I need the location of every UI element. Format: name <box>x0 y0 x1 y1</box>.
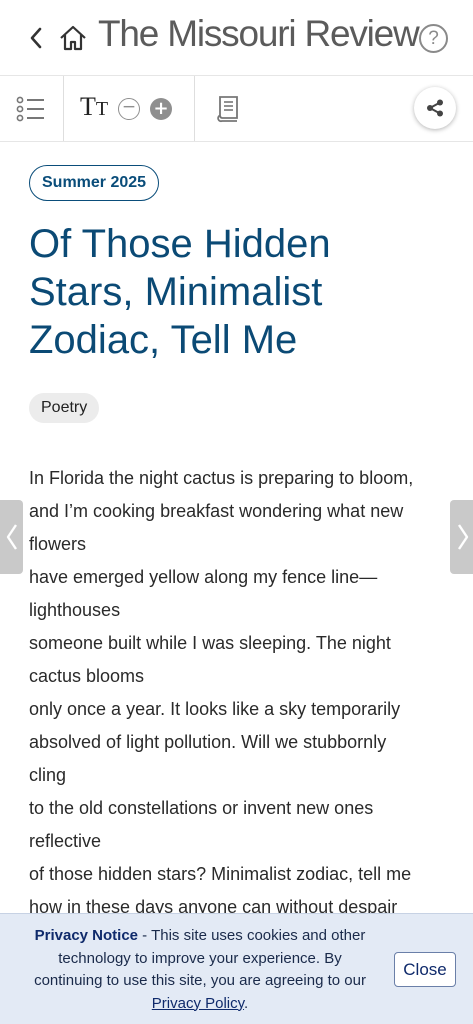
table-of-contents-button[interactable] <box>16 96 46 122</box>
privacy-policy-link[interactable]: Privacy Policy <box>152 995 244 1012</box>
previous-article-button[interactable] <box>0 500 23 574</box>
privacy-notice-heading: Privacy Notice <box>34 927 139 944</box>
poem-body: In Florida the night cactus is preparing… <box>29 462 449 924</box>
privacy-notice-text: Privacy Notice - This site uses cookies … <box>22 925 378 1015</box>
poem-line: In Florida the night cactus is preparing… <box>29 468 414 488</box>
privacy-notice-banner: Privacy Notice - This site uses cookies … <box>0 913 473 1024</box>
issue-badge[interactable]: Summer 2025 <box>29 165 160 201</box>
font-size-small-t: T <box>95 98 109 120</box>
chevron-left-icon <box>6 524 17 550</box>
increase-font-button[interactable]: + <box>150 98 172 120</box>
poem-line: absolved of light pollution. Will we stu… <box>29 732 387 752</box>
toolbar-divider <box>194 76 195 141</box>
next-article-button[interactable] <box>450 500 473 574</box>
poem-line: only once a year. It looks like a sky te… <box>29 699 401 719</box>
poem-line: to the old constellations or invent new … <box>29 798 374 818</box>
poem-line: cactus blooms <box>29 666 145 686</box>
article-title: Of Those Hidden Stars, Minimalist Zodiac… <box>29 222 331 362</box>
toolbar-divider <box>63 76 64 141</box>
share-button[interactable] <box>414 87 456 129</box>
top-bar: The Missouri Review ? <box>0 0 473 76</box>
poem-line: flowers <box>29 534 87 554</box>
close-button[interactable]: Close <box>394 952 456 987</box>
book-icon <box>217 96 238 123</box>
help-button[interactable]: ? <box>419 24 448 53</box>
poem-line: reflective <box>29 831 102 851</box>
poem-line: someone built while I was sleeping. The … <box>29 633 391 653</box>
font-size-big-t: T <box>80 92 96 121</box>
issue-contents-button[interactable] <box>216 95 242 123</box>
list-icon <box>16 96 44 122</box>
poem-line: lighthouses <box>29 600 121 620</box>
share-icon <box>427 99 443 117</box>
poem-line: cling <box>29 765 67 785</box>
poem-line: and I’m cooking breakfast wondering what… <box>29 501 404 521</box>
poem-line: have emerged yellow along my fence line— <box>29 567 378 587</box>
privacy-notice-end: . <box>244 994 249 1012</box>
app-title: The Missouri Review <box>98 13 420 54</box>
decrease-font-button[interactable]: − <box>118 98 140 120</box>
home-icon <box>60 25 86 51</box>
home-button[interactable] <box>58 23 90 55</box>
chevron-right-icon <box>457 524 468 550</box>
back-button[interactable] <box>22 22 54 54</box>
chevron-left-icon <box>30 27 42 49</box>
font-size-icon[interactable]: TT <box>80 92 108 122</box>
poem-line: of those hidden stars? Minimalist zodiac… <box>29 864 412 884</box>
genre-tag[interactable]: Poetry <box>29 393 100 423</box>
reader-toolbar: TT − + <box>0 76 473 142</box>
